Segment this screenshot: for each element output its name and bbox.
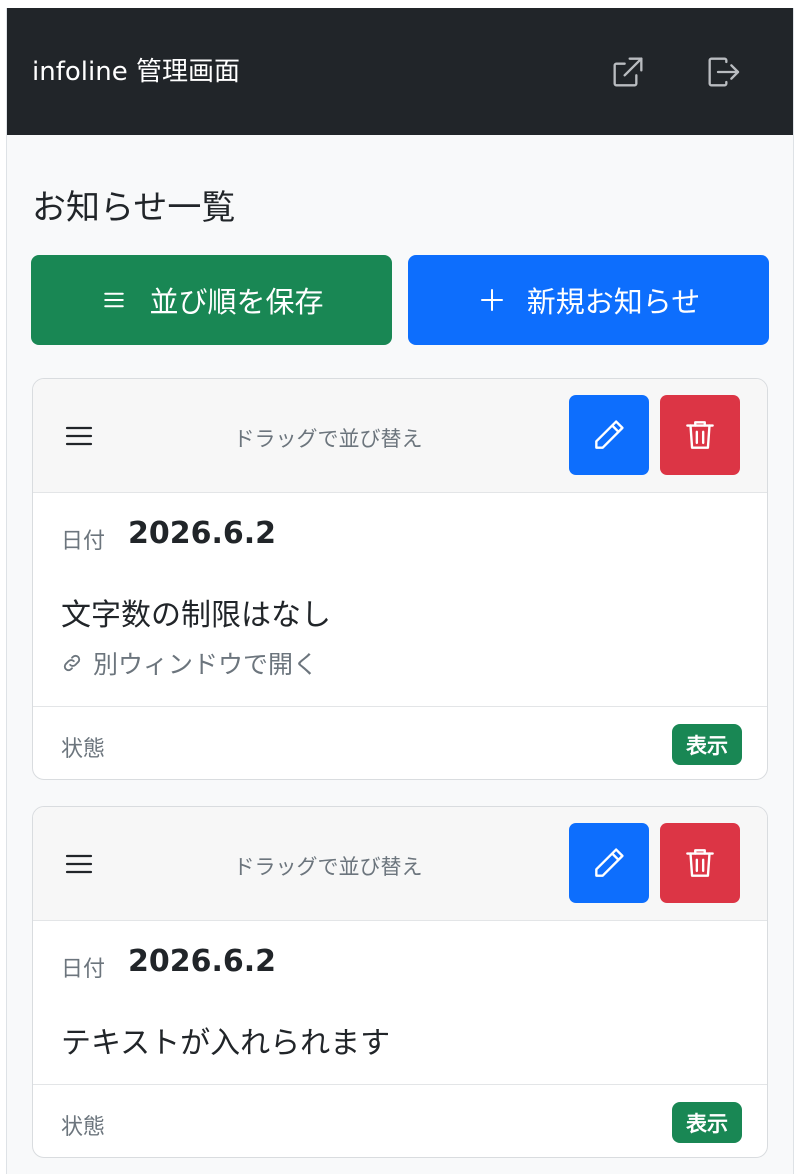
pencil-icon	[595, 420, 624, 449]
date-value: 2026.6.2	[128, 516, 277, 551]
brand-title[interactable]: infoline 管理画面	[32, 54, 240, 90]
logout-icon[interactable]	[701, 50, 745, 94]
delete-button[interactable]	[660, 395, 740, 475]
edit-button[interactable]	[569, 395, 649, 475]
page-title: お知らせ一覧	[32, 188, 236, 228]
state-label: 状態	[61, 1115, 106, 1140]
notice-card: ドラッグで並び替え 日付 2026.6.2 文字数の制限はなし 別ウィンドウで開…	[32, 378, 768, 780]
link-label: 別ウィンドウで開く	[93, 650, 319, 679]
state-label: 状態	[61, 737, 106, 762]
notice-text: 文字数の制限はなし	[61, 598, 331, 633]
open-new-window-link[interactable]: 別ウィンドウで開く	[61, 645, 318, 681]
plus-icon	[480, 289, 503, 311]
save-order-button[interactable]: 並び順を保存	[31, 255, 392, 345]
drag-hint: ドラッグで並び替え	[233, 855, 423, 879]
app-frame: infoline 管理画面 お知らせ一覧 並び順を保存 新規お知らせ ドラッグで…	[6, 8, 794, 1174]
new-notice-label: 新規お知らせ	[526, 287, 701, 319]
new-notice-button[interactable]: 新規お知らせ	[408, 255, 769, 345]
date-value: 2026.6.2	[128, 944, 277, 979]
pencil-icon	[595, 848, 624, 877]
navbar: infoline 管理画面	[7, 8, 793, 135]
card-header: ドラッグで並び替え	[33, 379, 767, 493]
card-footer: 状態 表示	[33, 706, 767, 779]
link-icon	[63, 654, 81, 672]
notice-text: テキストが入れられます	[61, 1026, 391, 1061]
list-icon	[104, 292, 125, 308]
delete-button[interactable]	[660, 823, 740, 903]
date-label: 日付	[61, 957, 106, 982]
drag-hint: ドラッグで並び替え	[233, 427, 423, 451]
status-badge: 表示	[672, 1102, 742, 1143]
date-label: 日付	[61, 529, 106, 554]
card-header: ドラッグで並び替え	[33, 807, 767, 921]
status-badge: 表示	[672, 724, 742, 765]
save-order-label: 並び順を保存	[149, 287, 324, 319]
card-footer: 状態 表示	[33, 1084, 767, 1157]
external-link-icon[interactable]	[606, 50, 650, 94]
notice-card: ドラッグで並び替え 日付 2026.6.2 テキストが入れられます 状態 表示	[32, 806, 768, 1158]
trash-icon	[686, 421, 714, 449]
trash-icon	[686, 849, 714, 877]
edit-button[interactable]	[569, 823, 649, 903]
